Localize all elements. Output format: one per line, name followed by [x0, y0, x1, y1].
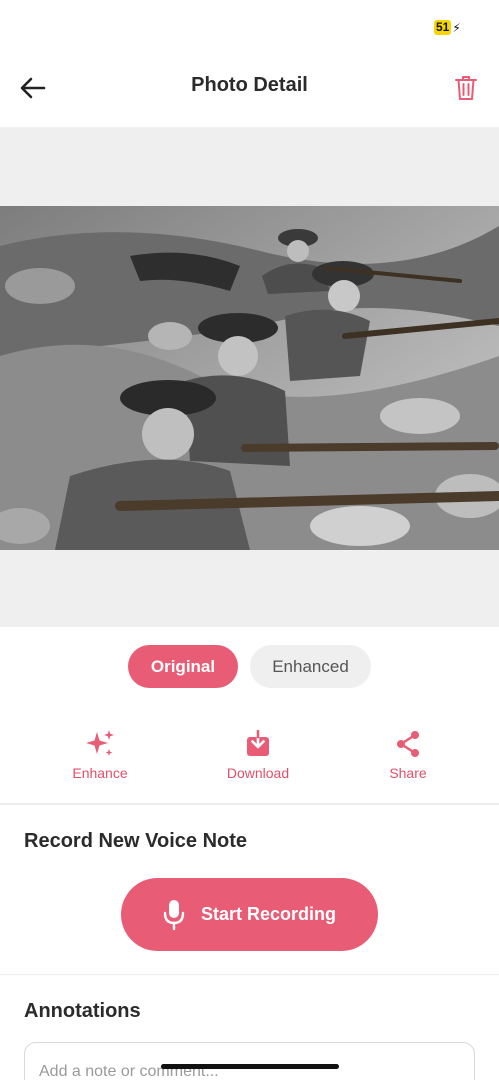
start-recording-button[interactable]: Start Recording	[121, 878, 378, 951]
bolt-icon: ⚡︎	[452, 20, 461, 35]
download-button[interactable]: Download	[208, 728, 308, 781]
start-recording-label: Start Recording	[200, 904, 337, 924]
voice-note-heading: Record New Voice Note	[24, 830, 248, 852]
enhanced-tab[interactable]: Enhanced	[250, 645, 371, 688]
original-tab[interactable]: Original	[128, 645, 238, 688]
microphone-icon	[163, 899, 185, 930]
home-indicator	[161, 1064, 339, 1069]
share-icon	[397, 731, 419, 757]
photo-illustration	[0, 206, 499, 550]
section-divider	[0, 974, 499, 975]
version-toggle: Original Enhanced	[0, 645, 499, 689]
page-title: Photo Detail	[191, 74, 308, 96]
photo-image[interactable]	[0, 206, 499, 550]
trash-icon	[455, 76, 477, 100]
photo-viewer	[0, 127, 499, 627]
battery-indicator: 51 ⚡︎	[434, 20, 461, 35]
share-label: Share	[389, 765, 427, 781]
delete-button[interactable]	[443, 72, 477, 104]
enhance-button[interactable]: Enhance	[50, 728, 150, 781]
sparkles-icon	[86, 730, 114, 756]
app-header: Photo Detail	[0, 62, 499, 114]
action-bar: Enhance Download Share	[0, 728, 499, 788]
battery-level: 51	[434, 20, 452, 35]
enhance-label: Enhance	[72, 765, 128, 781]
photo-detail-screen: 51 ⚡︎ Photo Detail Original Enhanced Enh…	[0, 0, 499, 1080]
annotation-input[interactable]	[24, 1042, 475, 1080]
annotations-heading: Annotations	[24, 1000, 141, 1022]
status-bar: 51 ⚡︎	[0, 0, 499, 50]
download-label: Download	[226, 765, 290, 781]
section-divider	[0, 803, 499, 805]
download-icon	[247, 730, 269, 756]
share-button[interactable]: Share	[358, 728, 458, 781]
